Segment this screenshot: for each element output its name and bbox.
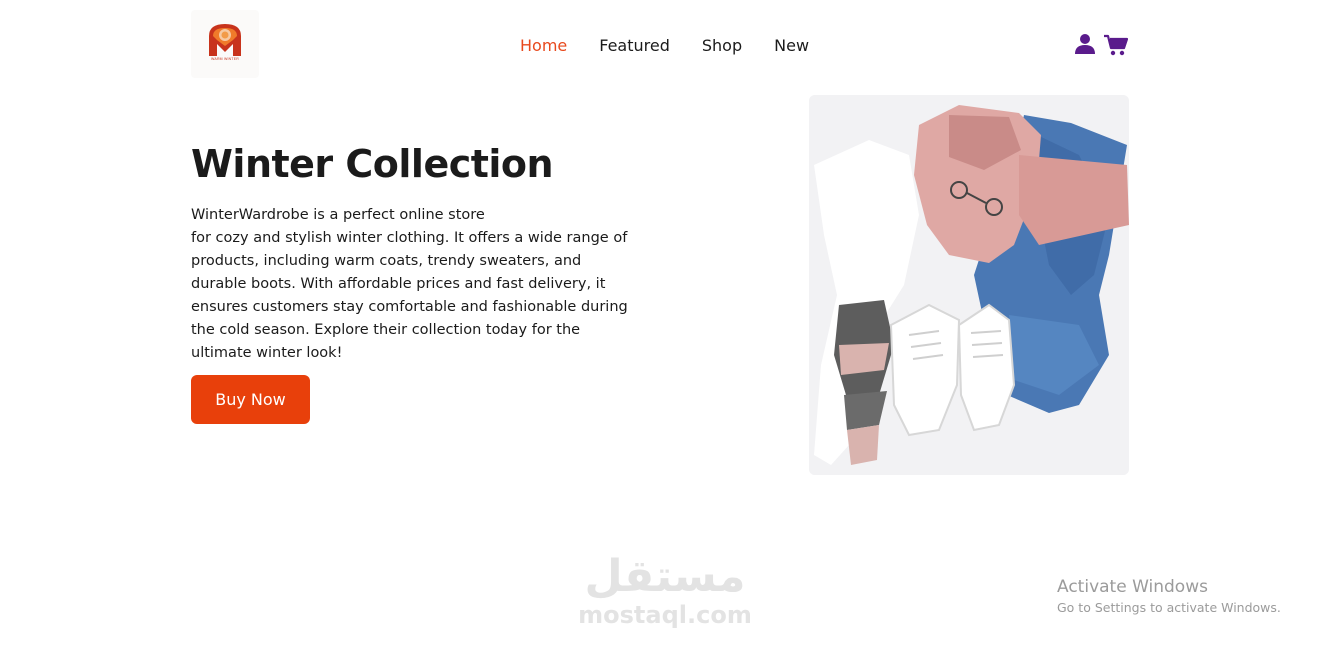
nav-shop[interactable]: Shop bbox=[702, 36, 742, 56]
user-icon[interactable] bbox=[1074, 33, 1096, 55]
hero-title: Winter Collection bbox=[191, 142, 554, 186]
watermark-arabic: مستقل bbox=[584, 551, 746, 602]
hero-description-line: for cozy and stylish winter clothing. It… bbox=[191, 230, 628, 246]
orange-shield-logo-icon bbox=[209, 24, 241, 56]
hero-description-line: durable boots. With affordable prices an… bbox=[191, 276, 606, 292]
activate-windows-title: Activate Windows bbox=[1057, 577, 1208, 597]
hero-description-line: ultimate winter look! bbox=[191, 345, 343, 361]
hero-description-line: WinterWardrobe is a perfect online store bbox=[191, 207, 485, 223]
hero-description-line: products, including warm coats, trendy s… bbox=[191, 253, 582, 269]
hero-product-image bbox=[809, 95, 1129, 475]
hero-description-line: ensures customers stay comfortable and f… bbox=[191, 299, 628, 315]
site-header: WARM WINTER Home Featured Shop New bbox=[0, 0, 1330, 92]
mostaql-watermark: مستقل mostaql.com bbox=[565, 551, 765, 629]
cart-icon[interactable] bbox=[1104, 34, 1128, 56]
activate-windows-overlay: Activate Windows Go to Settings to activ… bbox=[1057, 576, 1281, 618]
activate-windows-subtitle: Go to Settings to activate Windows. bbox=[1057, 600, 1281, 615]
nav-featured[interactable]: Featured bbox=[599, 36, 670, 56]
hero-description-line: the cold season. Explore their collectio… bbox=[191, 322, 581, 338]
watermark-latin: mostaql.com bbox=[578, 601, 752, 629]
winter-outfit-photo bbox=[809, 95, 1129, 475]
logo-text: WARM WINTER bbox=[211, 57, 239, 61]
hero-description: WinterWardrobe is a perfect online store… bbox=[191, 204, 661, 365]
nav-new[interactable]: New bbox=[774, 36, 809, 56]
buy-now-button[interactable]: Buy Now bbox=[191, 375, 310, 424]
nav-home[interactable]: Home bbox=[520, 36, 567, 56]
main-nav: Home Featured Shop New bbox=[520, 36, 841, 56]
brand-logo[interactable]: WARM WINTER bbox=[191, 10, 259, 78]
